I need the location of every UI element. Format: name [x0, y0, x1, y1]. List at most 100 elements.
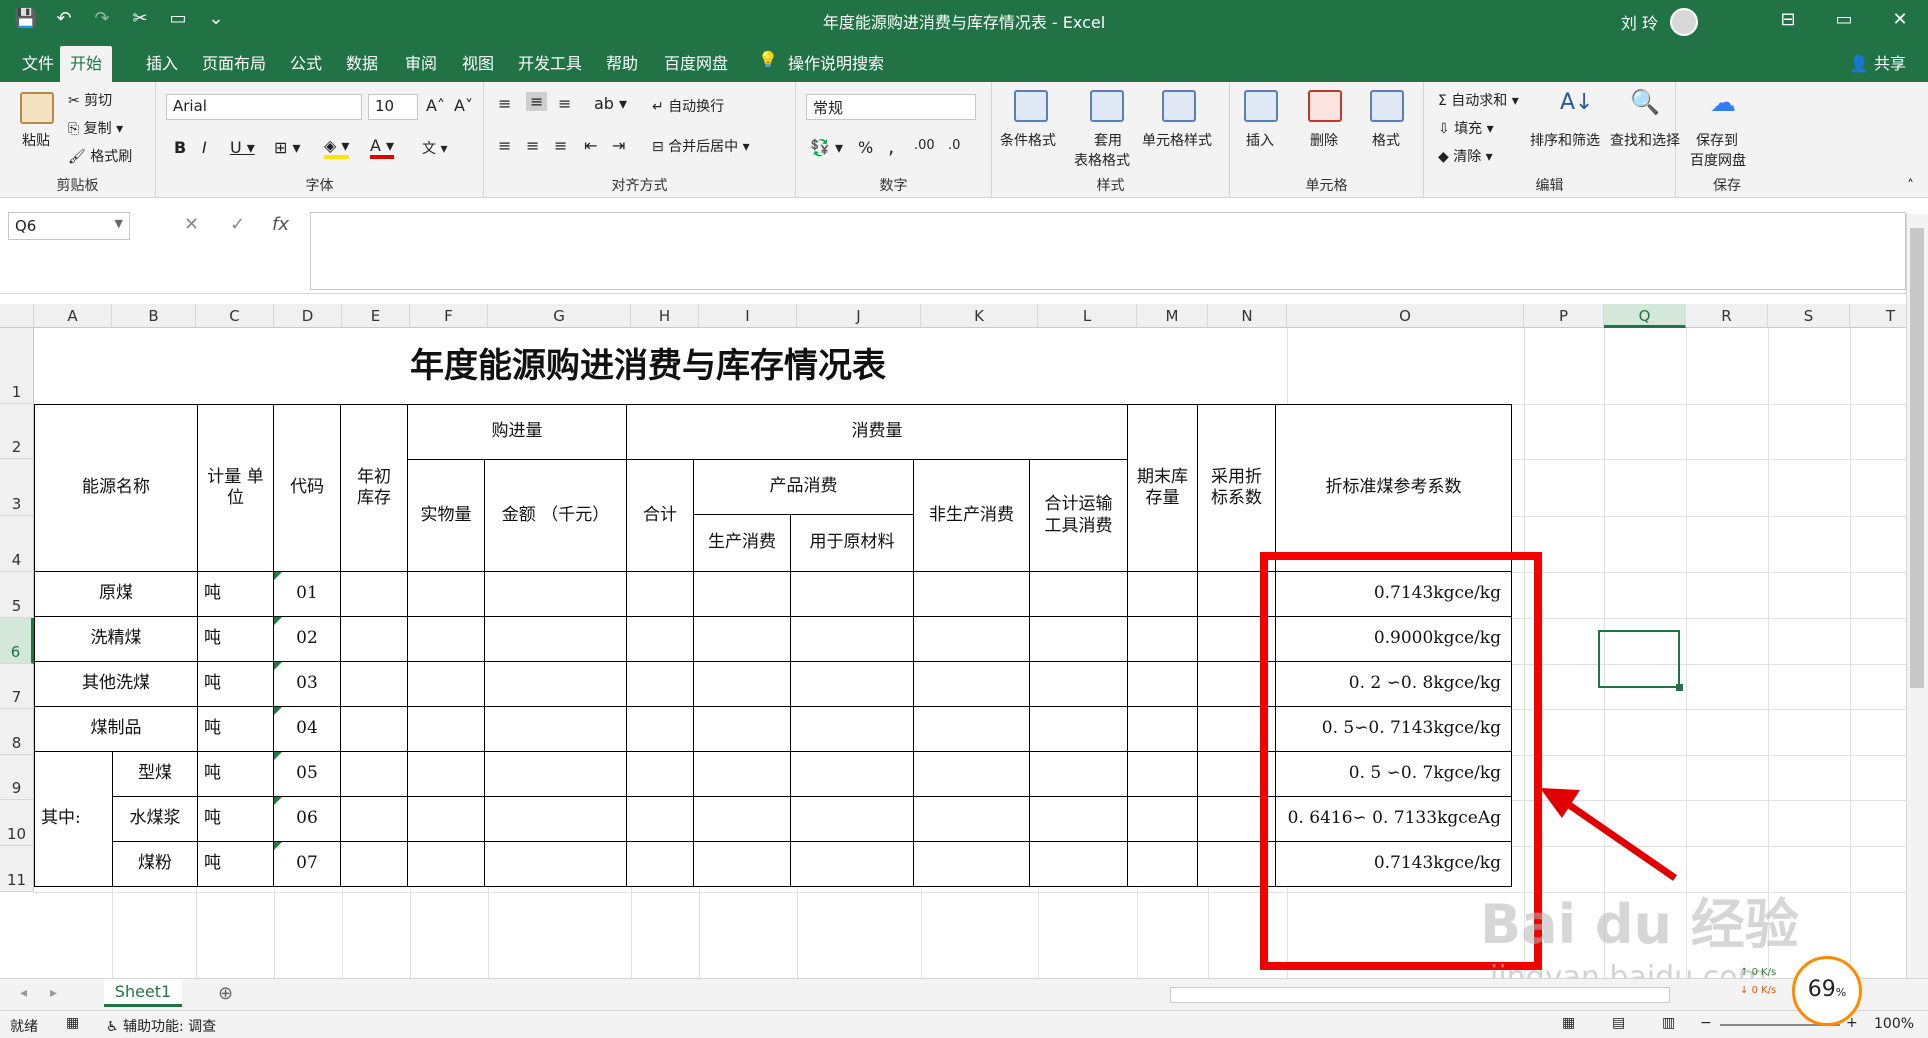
font-color-icon[interactable]: A ▾ [370, 136, 395, 159]
header-production[interactable]: 生产消费 [693, 514, 791, 572]
align-right-icon[interactable]: ≡ [554, 136, 567, 155]
save-to-baidu-button-line2[interactable]: 百度网盘 [1690, 150, 1746, 170]
autosum-button[interactable]: Σ 自动求和 ▾ [1438, 90, 1519, 110]
empty-cell[interactable] [407, 571, 485, 617]
unit-cell[interactable]: 吨 [197, 616, 274, 662]
unit-cell[interactable]: 吨 [197, 571, 274, 617]
empty-cell[interactable] [790, 751, 914, 797]
code-cell[interactable]: 04 [273, 706, 341, 752]
sort-filter-button[interactable]: 排序和筛选 [1530, 130, 1600, 150]
empty-cell[interactable] [1127, 796, 1198, 842]
energy-sub-name-cell[interactable]: 水煤浆 [112, 796, 198, 842]
header-total[interactable]: 合计 [626, 459, 694, 572]
save-to-baidu-button[interactable]: 保存到 [1696, 130, 1738, 150]
empty-cell[interactable] [1029, 616, 1128, 662]
empty-cell[interactable] [626, 841, 694, 887]
header-conversion[interactable]: 采用折标系数 [1197, 404, 1276, 572]
among-label-cell[interactable]: 其中: [34, 751, 113, 887]
format-table-button[interactable]: 套用 [1094, 130, 1122, 150]
empty-cell[interactable] [1127, 706, 1198, 752]
code-cell[interactable]: 03 [273, 661, 341, 707]
font-size-select[interactable]: 10 [368, 94, 418, 120]
format-table-button-line2[interactable]: 表格格式 [1074, 150, 1130, 170]
fill-handle[interactable] [1676, 684, 1683, 691]
tab-review[interactable]: 审阅 [405, 50, 437, 74]
empty-cell[interactable] [484, 661, 627, 707]
conditional-format-button[interactable]: 条件格式 [1000, 130, 1056, 150]
tab-insert[interactable]: 插入 [146, 50, 178, 74]
merge-center-button[interactable]: ⊟ 合并后居中 ▾ [652, 136, 750, 156]
phonetic-icon[interactable]: 文 ▾ [422, 138, 447, 158]
empty-cell[interactable] [626, 796, 694, 842]
empty-cell[interactable] [1029, 751, 1128, 797]
empty-cell[interactable] [790, 706, 914, 752]
header-non-production[interactable]: 非生产消费 [913, 459, 1030, 572]
horizontal-scrollbar[interactable] [1170, 987, 1670, 1003]
font-name-select[interactable]: Arial [166, 94, 362, 120]
align-left-icon[interactable]: ≡ [498, 136, 511, 155]
sort-filter-icon[interactable]: A↓ [1560, 90, 1593, 115]
align-middle-icon[interactable]: ≡ [526, 92, 548, 111]
column-header-k[interactable]: K [921, 304, 1038, 328]
tab-developer[interactable]: 开发工具 [518, 50, 582, 74]
zoom-level[interactable]: 100% [1874, 1016, 1914, 1032]
decrease-indent-icon[interactable]: ⇤ [584, 136, 597, 155]
select-all-corner[interactable] [0, 304, 34, 328]
empty-cell[interactable] [1029, 571, 1128, 617]
tab-home[interactable]: 开始 [60, 46, 113, 82]
empty-cell[interactable] [340, 706, 408, 752]
header-purchase[interactable]: 购进量 [407, 404, 627, 460]
row-header-11[interactable]: 11 [0, 846, 34, 892]
header-energy-name[interactable]: 能源名称 [34, 404, 198, 572]
energy-name-cell[interactable]: 煤制品 [34, 706, 198, 752]
code-cell[interactable]: 05 [273, 751, 341, 797]
share-button[interactable]: 👤 共享 [1849, 50, 1906, 74]
insert-cells-icon[interactable] [1244, 90, 1278, 122]
column-header-g[interactable]: G [488, 304, 631, 328]
cut-button[interactable]: ✂ 剪切 [68, 90, 112, 110]
column-header-p[interactable]: P [1524, 304, 1604, 328]
page-layout-view-icon[interactable]: ▤ [1612, 1015, 1625, 1031]
row-header-10[interactable]: 10 [0, 800, 34, 846]
empty-cell[interactable] [913, 661, 1030, 707]
baidu-cloud-icon[interactable]: ☁ [1710, 88, 1736, 118]
row-header-7[interactable]: 7 [0, 664, 34, 709]
italic-icon[interactable]: I [202, 138, 207, 157]
empty-cell[interactable] [626, 661, 694, 707]
copy-button[interactable]: ⎘ 复制 ▾ [68, 118, 123, 138]
row-header-8[interactable]: 8 [0, 709, 34, 755]
insert-function-icon[interactable]: fx [272, 214, 289, 235]
shrink-font-icon[interactable]: A˅ [454, 96, 473, 115]
name-box[interactable]: Q6 ▼ [8, 212, 130, 240]
column-header-b[interactable]: B [112, 304, 196, 328]
empty-cell[interactable] [693, 571, 791, 617]
unit-cell[interactable]: 吨 [197, 706, 274, 752]
column-header-e[interactable]: E [342, 304, 410, 328]
header-transport[interactable]: 合计运输工具消费 [1029, 459, 1128, 572]
empty-cell[interactable] [484, 841, 627, 887]
bold-icon[interactable]: B [174, 138, 186, 157]
tab-file[interactable]: 文件 [22, 50, 54, 74]
borders-icon[interactable]: ⊞ ▾ [274, 138, 301, 157]
column-header-n[interactable]: N [1208, 304, 1287, 328]
empty-cell[interactable] [407, 841, 485, 887]
column-header-j[interactable]: J [797, 304, 921, 328]
insert-cells-button[interactable]: 插入 [1246, 130, 1274, 150]
empty-cell[interactable] [790, 841, 914, 887]
cell-styles-icon[interactable] [1162, 90, 1196, 122]
column-header-i[interactable]: I [699, 304, 797, 328]
ribbon-display-icon[interactable]: ⊟ [1760, 0, 1816, 40]
empty-cell[interactable] [1029, 796, 1128, 842]
empty-cell[interactable] [340, 751, 408, 797]
tab-help[interactable]: 帮助 [606, 50, 638, 74]
empty-cell[interactable] [913, 706, 1030, 752]
empty-cell[interactable] [484, 706, 627, 752]
increase-indent-icon[interactable]: ⇥ [612, 136, 625, 155]
format-cells-icon[interactable] [1370, 90, 1404, 122]
increase-decimal-icon[interactable]: .00 [914, 138, 935, 153]
empty-cell[interactable] [693, 661, 791, 707]
column-header-f[interactable]: F [410, 304, 488, 328]
column-header-r[interactable]: R [1686, 304, 1768, 328]
wrap-text-button[interactable]: ↵ 自动换行 [652, 96, 724, 116]
header-code[interactable]: 代码 [273, 404, 341, 572]
